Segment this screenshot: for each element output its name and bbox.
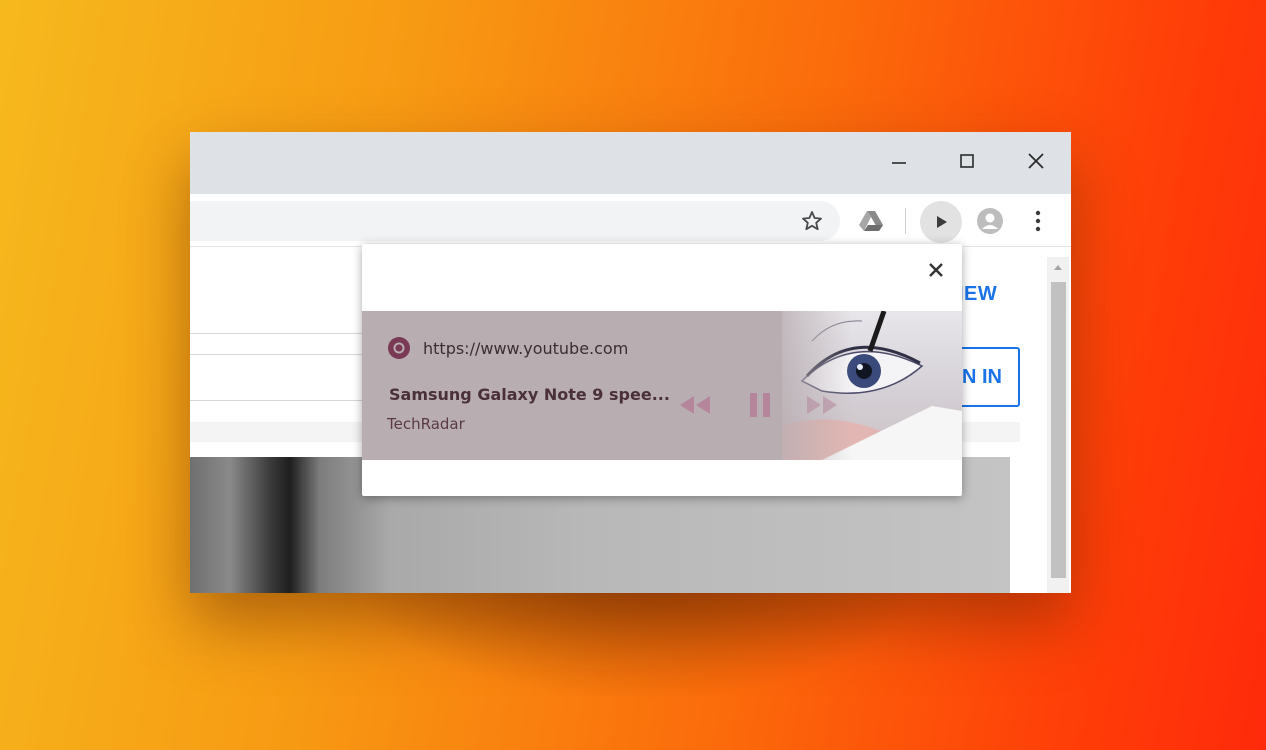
close-icon [1028, 153, 1044, 169]
google-drive-extension-button[interactable] [856, 206, 886, 236]
media-artist: TechRadar [387, 415, 465, 433]
scrollbar-thumb[interactable] [1051, 282, 1066, 578]
close-window-button[interactable] [1013, 140, 1059, 182]
more-menu-button[interactable] [1026, 206, 1050, 236]
next-track-icon [807, 396, 837, 414]
minimize-button[interactable] [876, 140, 922, 182]
google-drive-icon [859, 211, 883, 231]
media-origin: https://www.youtube.com [387, 336, 628, 360]
previous-track-button[interactable] [675, 391, 715, 419]
pause-button[interactable] [745, 390, 775, 420]
popup-close-button[interactable] [924, 258, 948, 282]
media-origin-url: https://www.youtube.com [423, 338, 629, 358]
media-controls-icon [937, 216, 947, 228]
media-controls-popup: https://www.youtube.com Samsung Galaxy N… [362, 244, 962, 496]
browser-toolbar [190, 194, 1071, 247]
global-media-controls-button[interactable] [920, 201, 962, 243]
minimize-icon [892, 162, 906, 164]
chrome-icon [388, 337, 410, 359]
next-track-button[interactable] [802, 391, 842, 419]
toolbar-divider [905, 208, 906, 234]
close-icon [929, 263, 943, 277]
view-link[interactable]: IEW [958, 283, 997, 306]
profile-button[interactable] [975, 206, 1005, 236]
media-session-card: https://www.youtube.com Samsung Galaxy N… [362, 311, 962, 460]
bookmark-star-button[interactable] [797, 206, 827, 236]
thumbnail-fade [762, 311, 852, 460]
address-bar[interactable] [190, 201, 840, 241]
maximize-button[interactable] [944, 140, 990, 182]
previous-track-icon [680, 396, 710, 414]
scroll-up-arrow-icon[interactable] [1047, 257, 1069, 277]
more-menu-icon [1035, 210, 1041, 232]
star-icon [802, 211, 822, 231]
pause-icon [750, 393, 770, 417]
maximize-icon [960, 154, 974, 168]
profile-avatar-icon [977, 208, 1003, 234]
title-bar [190, 132, 1071, 194]
media-track-title: Samsung Galaxy Note 9 spee... [389, 385, 670, 404]
